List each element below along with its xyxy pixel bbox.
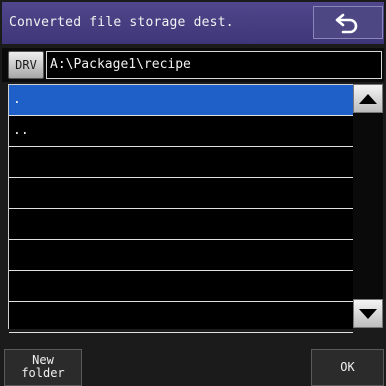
list-item[interactable]	[9, 147, 353, 178]
list-item[interactable]	[9, 240, 353, 271]
title-bar: Converted file storage dest.	[2, 2, 384, 44]
list-item[interactable]	[9, 178, 353, 209]
list-item[interactable]	[9, 209, 353, 240]
scroll-up-button[interactable]	[353, 84, 383, 113]
undo-arrow-icon	[335, 13, 358, 33]
new-folder-button[interactable]: New folder	[4, 349, 82, 386]
list-item[interactable]: .	[9, 85, 353, 116]
list-item[interactable]: ..	[9, 116, 353, 147]
list-item[interactable]	[9, 302, 353, 333]
drive-button[interactable]: DRV	[8, 51, 44, 79]
scroll-down-button[interactable]	[353, 299, 383, 328]
new-folder-label-line2: folder	[21, 366, 65, 380]
path-row: DRV A:\Package1\recipe	[2, 48, 384, 82]
triangle-up-icon	[359, 93, 377, 104]
scroll-track[interactable]	[353, 113, 383, 299]
current-path-field: A:\Package1\recipe	[46, 51, 382, 79]
triangle-down-icon	[359, 308, 377, 319]
back-button[interactable]	[313, 6, 383, 39]
list-scrollbar[interactable]	[353, 84, 383, 328]
folder-list: . ..	[8, 84, 353, 333]
ok-button[interactable]: OK	[311, 349, 384, 386]
dialog-title: Converted file storage dest.	[9, 15, 234, 30]
list-item[interactable]	[9, 271, 353, 302]
